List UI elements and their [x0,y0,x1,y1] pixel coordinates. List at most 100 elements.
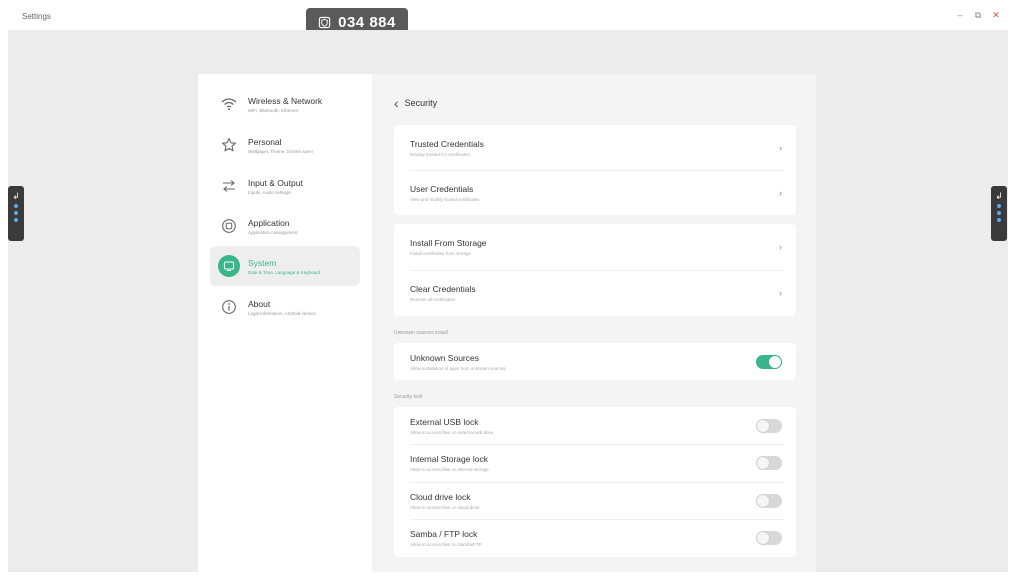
sidebar-item-label: Wireless & Network [248,95,323,106]
toolbar-dot [997,204,1001,208]
left-side-toolbar-tab[interactable]: ↲ [8,186,24,241]
row-subtitle: Allow to access files on cloud drive [410,504,480,510]
trusted-credentials-row[interactable]: Trusted Credentials Display trusted CA c… [394,125,796,170]
sidebar-item-text: Wireless & Network WiFi, Bluetooth, Ethe… [248,96,322,113]
row-title: Samba / FTP lock [410,529,478,539]
row-text: User Credentials View and modify stored … [410,184,479,202]
sidebar-item-subtitle: Legal information, Android version [248,310,317,316]
row-text: Cloud drive lock Allow to access files o… [410,492,480,510]
security-lock-section-label: Security lock [394,394,423,400]
sidebar-item-text: Application Application management [248,218,298,235]
restore-button[interactable]: ⧉ [973,10,983,21]
close-button[interactable]: ✕ [991,10,1001,21]
toolbar-dot [997,211,1001,215]
sidebar-item-personal[interactable]: Personal Wallpaper, Theme, Screen saver [210,125,360,165]
row-text: Clear Credentials Remove all certificate… [410,284,476,302]
sidebar-item-subtitle: Date & Time, Language & Keyboard [248,269,321,275]
row-title: Cloud drive lock [410,491,471,502]
unknown-sources-section-label: Unknown sources install [394,330,448,336]
sidebar-item-subtitle: Wallpaper, Theme, Screen saver [248,148,314,154]
page-header: ‹ Security [394,96,437,110]
toggle-knob [757,494,769,507]
sidebar-item-text: System Date & Time, Language & Keyboard [248,258,320,275]
internal-storage-lock-toggle[interactable] [756,456,782,470]
toolbar-dot [14,211,18,215]
sidebar-item-label: Application [248,217,290,228]
row-text: Unknown Sources Allow installation of ap… [410,353,506,371]
row-text: Trusted Credentials Display trusted CA c… [410,139,484,157]
user-credentials-row[interactable]: User Credentials View and modify stored … [394,170,796,215]
sidebar-item-label: System [248,257,277,268]
row-subtitle: Allow to access files on internal storag… [410,467,489,472]
share-code: 034 884 [338,13,396,31]
sidebar-item-wireless-network[interactable]: Wireless & Network WiFi, Bluetooth, Ethe… [210,84,360,124]
shield-icon [318,16,331,28]
info-icon [218,296,240,318]
external-usb-lock-toggle[interactable] [756,418,782,433]
row-title: Trusted Credentials [410,138,484,149]
unknown-sources-card: Unknown Sources Allow installation of ap… [394,343,796,380]
samba-ftp-lock-row[interactable]: Samba / FTP lock Allow to access files o… [394,519,796,557]
external-usb-lock-row[interactable]: External USB lock Allow to access files … [394,407,796,444]
row-subtitle: Remove all certificates [410,297,456,302]
toolbar-dot [14,204,18,208]
toolbar-dot [997,218,1001,222]
wifi-icon [218,93,240,115]
app-icon [218,215,240,237]
credentials-card: Trusted Credentials Display trusted CA c… [394,125,796,215]
row-title: User Credentials [410,183,474,194]
clear-credentials-row[interactable]: Clear Credentials Remove all certificate… [394,270,796,316]
row-title: Internal Storage lock [410,454,488,464]
row-title: Clear Credentials [410,284,476,294]
sidebar-item-application[interactable]: Application Application management [210,206,360,246]
chevron-right-icon: › [779,142,782,153]
chevron-right-icon: › [779,187,782,198]
minimize-button[interactable]: – [955,10,965,21]
sidebar-item-system[interactable]: System Date & Time, Language & Keyboard [210,246,360,286]
row-subtitle: Allow installation of apps from unknown … [410,365,506,371]
cloud-drive-lock-row[interactable]: Cloud drive lock Allow to access files o… [394,482,796,519]
window-title: Settings [22,12,51,21]
row-text: Install From Storage Install certificate… [410,238,487,256]
system-icon [218,255,240,277]
back-button[interactable]: ‹ [394,96,399,110]
sidebar-item-label: Input & Output [248,177,303,188]
unknown-sources-toggle[interactable] [756,354,782,369]
sidebar-item-label: Personal [248,136,282,147]
toolbar-dot [14,218,18,222]
row-title: External USB lock [410,416,479,427]
row-subtitle: Display trusted CA certificates [410,151,470,157]
chevron-right-icon: › [779,242,782,252]
security-content: ‹ Security Trusted Credentials Display t… [372,74,816,572]
right-side-toolbar-tab[interactable]: ↲ [991,186,1007,241]
row-text: External USB lock Allow to access files … [410,417,493,435]
sidebar-item-text: About Legal information, Android version [248,299,316,316]
window-controls: – ⧉ ✕ [955,10,1001,21]
back-icon: ↲ [995,191,1003,201]
chevron-right-icon: › [779,288,782,298]
back-icon: ↲ [12,191,20,201]
row-title: Unknown Sources [410,352,479,363]
internal-storage-lock-row[interactable]: Internal Storage lock Allow to access fi… [394,444,796,482]
sidebar-item-label: About [248,298,271,309]
star-icon [218,134,240,156]
window-titlebar: Settings – ⧉ ✕ [0,0,1015,30]
sidebar-item-about[interactable]: About Legal information, Android version [210,287,360,327]
row-subtitle: Allow to access files on external usb dr… [410,429,494,435]
row-subtitle: View and modify stored certificates [410,196,480,202]
cloud-drive-lock-toggle[interactable] [756,493,782,508]
sidebar-item-text: Input & Output Inputs, Audio settings [248,178,303,195]
sidebar-item-text: Personal Wallpaper, Theme, Screen saver [248,137,313,154]
row-subtitle: Allow to access files on Samba/FTP [410,542,482,547]
sidebar-item-subtitle: WiFi, Bluetooth, Ethernet [248,107,299,113]
sidebar-item-input-output[interactable]: Input & Output Inputs, Audio settings [210,166,360,206]
arrows-icon [218,175,240,197]
row-subtitle: Install certificates from storage [410,251,472,256]
settings-sidebar: Wireless & Network WiFi, Bluetooth, Ethe… [198,74,372,572]
security-lock-card: External USB lock Allow to access files … [394,407,796,557]
unknown-sources-row[interactable]: Unknown Sources Allow installation of ap… [394,343,796,380]
samba-ftp-lock-toggle[interactable] [756,531,782,545]
install-from-storage-row[interactable]: Install From Storage Install certificate… [394,224,796,270]
row-text: Samba / FTP lock Allow to access files o… [410,529,482,547]
row-title: Install From Storage [410,238,487,248]
